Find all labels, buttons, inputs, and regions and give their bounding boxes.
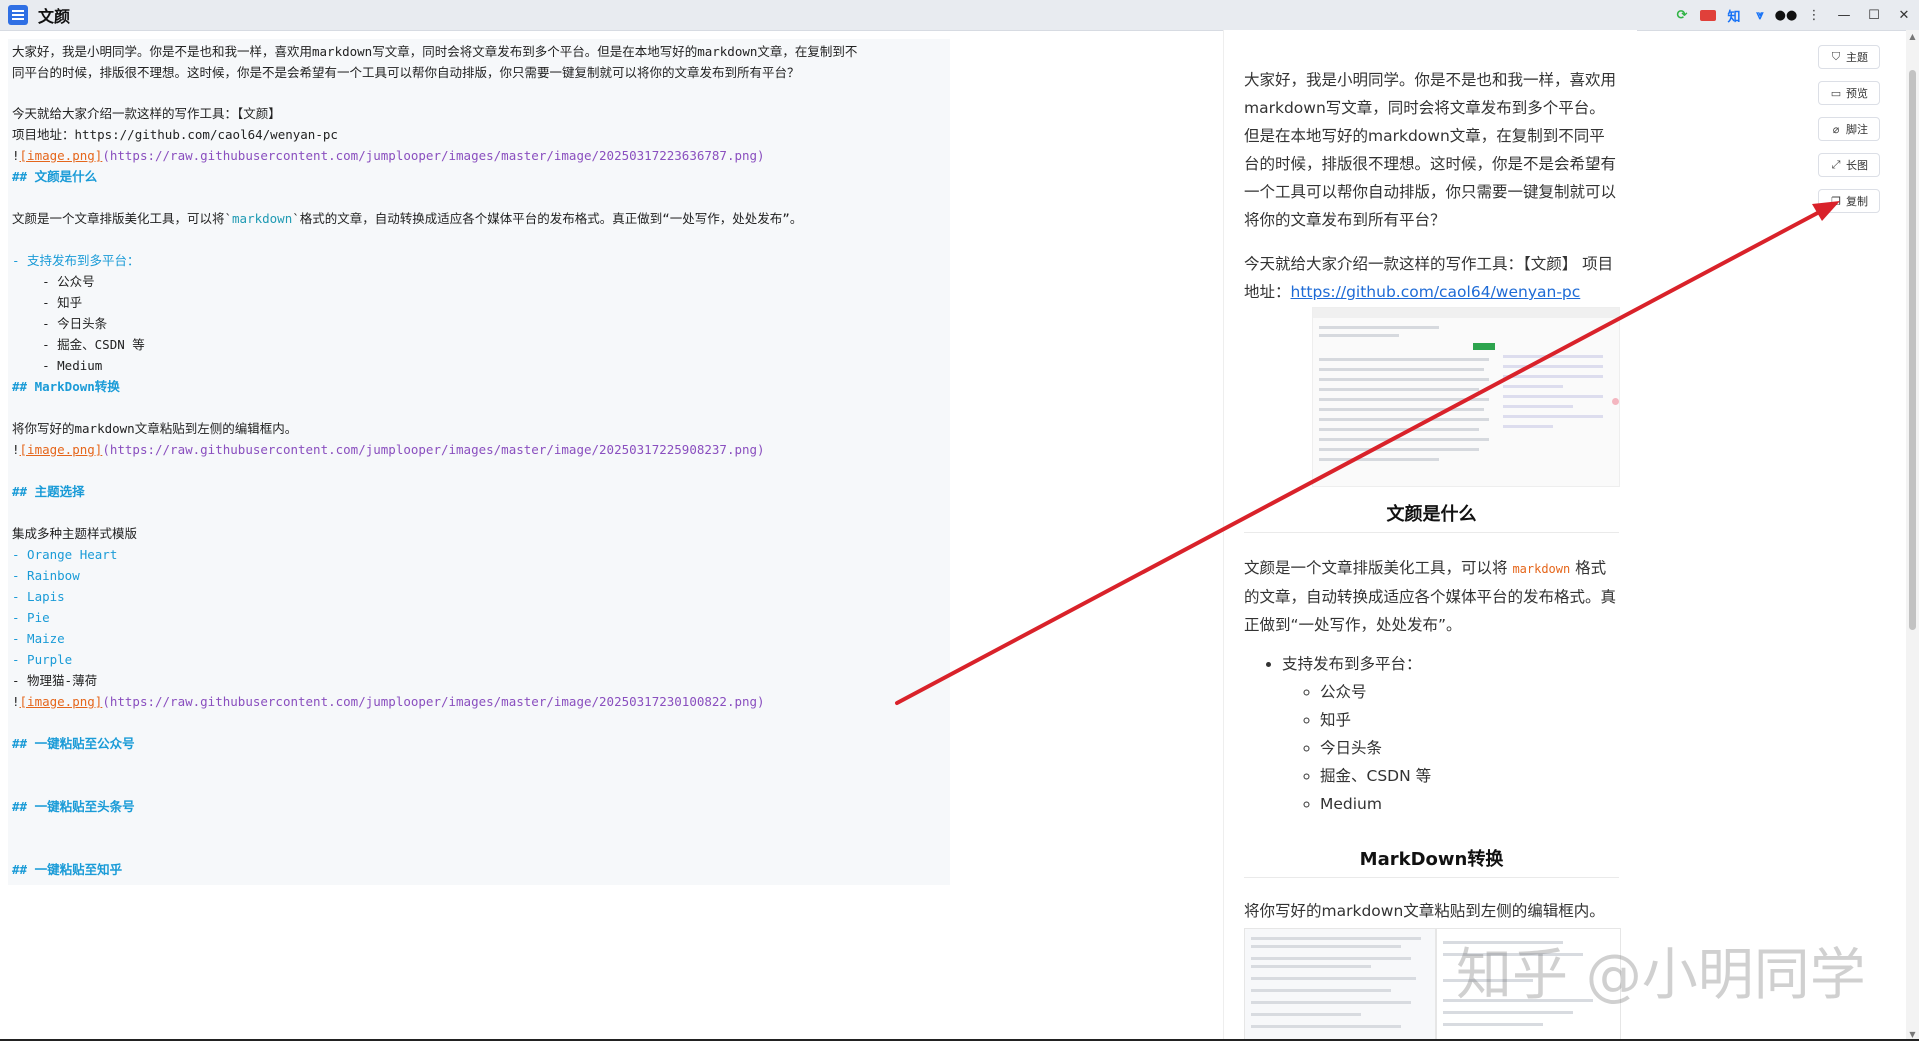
shirt-icon: ⛉ <box>1831 50 1841 63</box>
refresh-icon[interactable]: ⟳ <box>1669 0 1695 30</box>
editor-list-item: - Purple <box>12 652 73 667</box>
window-title: 文颜 <box>38 7 71 26</box>
long-image-button[interactable]: ⤢ 长图 <box>1818 153 1880 177</box>
maximize-button[interactable]: ☐ <box>1859 0 1889 30</box>
editor-line: 项目地址：https://github.com/caol64/wenyan-pc <box>12 127 338 142</box>
theme-button[interactable]: ⛉ 主题 <box>1818 45 1880 69</box>
editor-image-line: ![image.png](https://raw.githubuserconte… <box>12 441 765 459</box>
preview-list-title: 支持发布到多平台： <box>1282 655 1422 673</box>
md-link-text: [image.png] <box>19 694 103 709</box>
editor-line: 大家好，我是小明同学。你是不是也和我一样，喜欢用markdown写文章，同时会将… <box>12 44 858 59</box>
scroll-down-icon[interactable]: ▼ <box>1906 1030 1919 1039</box>
preview-text: 文颜是一个文章排版美化工具，可以将 <box>1244 559 1513 577</box>
preview-scrollbar[interactable]: ▲ ▼ <box>1906 30 1919 1041</box>
footnote-label: 脚注 <box>1846 123 1868 136</box>
watermark: 知乎 @小明同学 <box>1456 943 1866 1008</box>
medium-icon[interactable]: ●● <box>1773 0 1799 30</box>
minimize-button[interactable]: — <box>1829 0 1859 30</box>
editor-list-item: - Lapis <box>12 589 65 604</box>
md-bang: ! <box>12 442 20 457</box>
editor-list-item: - Rainbow <box>12 568 80 583</box>
preview-heading: 文颜是什么 <box>1244 500 1619 533</box>
monitor-icon: ▭ <box>1830 86 1842 100</box>
preview-pane: 大家好，我是小明同学。你是不是也和我一样，喜欢用markdown写文章，同时会将… <box>1224 30 1637 1041</box>
github-screenshot-image <box>1244 305 1620 490</box>
md-url: (https://raw.githubusercontent.com/jumpl… <box>102 442 765 457</box>
editor-list-item: - Pie <box>12 610 50 625</box>
badge-icon[interactable] <box>1695 0 1721 30</box>
scroll-thumb[interactable] <box>1909 70 1916 630</box>
editor-list-item: - 物理猫-薄荷 <box>12 673 98 688</box>
project-link[interactable]: https://github.com/caol64/wenyan-pc <box>1291 283 1581 301</box>
editor-heading: ## MarkDown转换 <box>12 379 120 394</box>
md-url: (https://raw.githubusercontent.com/jumpl… <box>102 148 765 163</box>
editor-list-item: - 今日头条 <box>12 316 108 331</box>
preview-list-item: 掘金、CSDN 等 <box>1320 762 1431 790</box>
long-image-label: 长图 <box>1846 159 1868 172</box>
md-link-text: [image.png] <box>19 148 103 163</box>
editor-list-item: - 公众号 <box>12 274 95 289</box>
md-bang: ! <box>12 148 20 163</box>
preview-platform-list: 支持发布到多平台： 公众号 知乎 今日头条 掘金、CSDN 等 Medium <box>1244 650 1431 818</box>
window-tray: ⟳ 知 ⩔ ●● ⋮ — ☐ ✕ <box>1669 0 1919 30</box>
editor-text: 文颜是一个文章排版美化工具，可以将` <box>12 211 233 226</box>
md-url: (https://raw.githubusercontent.com/jumpl… <box>102 694 765 709</box>
editor-line: 今天就给大家介绍一款这样的写作工具：【文颜】 <box>12 106 281 121</box>
editor-heading: ## 一键粘贴至头条号 <box>12 799 135 814</box>
preview-list-item: 公众号 <box>1320 678 1431 706</box>
preview-what-paragraph: 文颜是一个文章排版美化工具，可以将 markdown 格式的文章，自动转换成适应… <box>1244 554 1619 639</box>
copy-label: 复制 <box>1846 195 1868 208</box>
title-bar: 文颜 ⟳ 知 ⩔ ●● ⋮ — ☐ ✕ <box>0 0 1919 31</box>
preview-button[interactable]: ▭ 预览 <box>1818 81 1880 105</box>
expand-icon: ⤢ <box>1831 158 1841 171</box>
editor-list-item: - 知乎 <box>12 295 83 310</box>
preview-heading: MarkDown转换 <box>1244 845 1619 878</box>
editor-heading: ## 一键粘贴至知乎 <box>12 862 123 877</box>
preview-tool-intro: 今天就给大家介绍一款这样的写作工具：【文颜】 项目地址：https://gith… <box>1244 250 1619 306</box>
preview-inline-code: markdown <box>1512 562 1571 576</box>
copy-icon: ❐ <box>1831 194 1841 208</box>
editor-line: 将你写好的markdown文章粘贴到左侧的编辑框内。 <box>12 421 298 436</box>
editor-line: 同平台的时候，排版很不理想。这时候，你是不是会希望有一个工具可以帮你自动排版，你… <box>12 65 800 80</box>
download-icon[interactable]: ⩔ <box>1747 0 1773 30</box>
md-inline-code: markdown <box>232 211 293 226</box>
preview-label: 预览 <box>1846 87 1868 100</box>
editor-heading: ## 一键粘贴至公众号 <box>12 736 135 751</box>
editor-list-item: - Medium <box>12 358 103 373</box>
preview-intro: 大家好，我是小明同学。你是不是也和我一样，喜欢用markdown写文章，同时会将… <box>1244 71 1617 229</box>
editor-list-item: - 支持发布到多平台： <box>12 253 140 268</box>
zhihu-icon[interactable]: 知 <box>1721 0 1747 30</box>
copy-button[interactable]: ❐ 复制 <box>1818 189 1880 213</box>
editor-text: `格式的文章，自动转换成适应各个媒体平台的发布格式。真正做到“一处写作，处处发布… <box>292 211 803 226</box>
app-logo-icon <box>8 5 28 25</box>
editor-list-item: - Orange Heart <box>12 547 118 562</box>
preview-list-item: 今日头条 <box>1320 734 1431 762</box>
editor-list-item: - 掘金、CSDN 等 <box>12 337 145 352</box>
theme-label: 主题 <box>1846 51 1868 64</box>
editor-list-item: - Maize <box>12 631 65 646</box>
md-bang: ! <box>12 694 20 709</box>
more-menu-button[interactable]: ⋮ <box>1799 0 1829 30</box>
editor-line: 集成多种主题样式模版 <box>12 526 138 541</box>
preview-list-item: Medium <box>1320 790 1431 818</box>
editor-heading: ## 文颜是什么 <box>12 169 98 184</box>
paperclip-icon: ⌀ <box>1832 122 1840 136</box>
preview-list-item: 知乎 <box>1320 706 1431 734</box>
close-button[interactable]: ✕ <box>1889 0 1919 30</box>
markdown-editor[interactable]: 大家好，我是小明同学。你是不是也和我一样，喜欢用markdown写文章，同时会将… <box>8 39 950 885</box>
editor-image-line: ![image.png](https://raw.githubuserconte… <box>12 147 765 165</box>
editor-heading: ## 主题选择 <box>12 484 85 499</box>
preview-convert-paragraph: 将你写好的markdown文章粘贴到左侧的编辑框内。 <box>1244 902 1605 920</box>
editor-image-line: ![image.png](https://raw.githubuserconte… <box>12 693 765 711</box>
footnote-button[interactable]: ⌀ 脚注 <box>1818 117 1880 141</box>
md-link-text: [image.png] <box>19 442 103 457</box>
editor-line: 文颜是一个文章排版美化工具，可以将`markdown`格式的文章，自动转换成适应… <box>12 210 802 228</box>
scroll-up-icon[interactable]: ▲ <box>1906 32 1919 41</box>
